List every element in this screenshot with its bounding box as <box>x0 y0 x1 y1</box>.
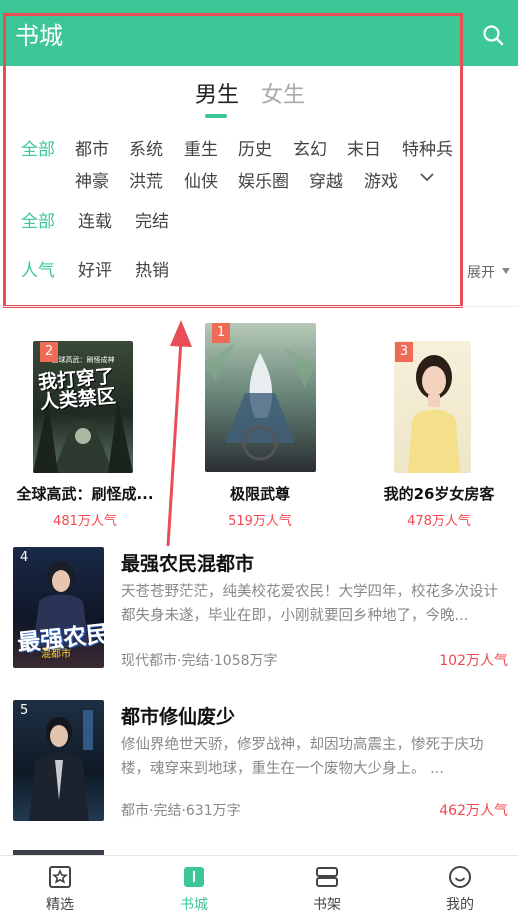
book-title[interactable]: 最强农民混都市 <box>121 549 254 576</box>
book-popularity: 478万人气 <box>407 514 471 529</box>
cover-title-text: 我打穿了人类禁区 <box>37 365 117 414</box>
rank-number: 4 <box>20 550 29 565</box>
book-cover[interactable] <box>205 323 316 472</box>
cover-art <box>205 343 316 461</box>
book-title[interactable]: 都市修仙废少 <box>121 702 235 729</box>
book-meta: 都市·完结·631万字 <box>121 803 241 819</box>
nav-bookstore[interactable]: 书城 <box>149 856 239 917</box>
nav-label: 书城 <box>180 897 208 913</box>
expand-button[interactable]: 展开 <box>467 262 495 282</box>
expand-triangle-icon <box>502 268 510 274</box>
book-description: 天苍苍野茫茫，纯美校花爱农民！大学四年，校花多次设计都失身未遂，毕业在即，小刚就… <box>121 584 498 624</box>
bookshelf-icon <box>316 867 338 887</box>
rank-number: 5 <box>20 703 29 718</box>
annotation-highlight-box <box>3 13 463 308</box>
book-popularity: 519万人气 <box>228 514 292 529</box>
rank-badge: 2 <box>40 342 58 362</box>
book-meta: 现代都市·完结·1058万字 <box>121 653 278 669</box>
rank-badge: 1 <box>212 323 230 343</box>
nav-profile[interactable]: 我的 <box>415 856 505 917</box>
book-description: 修仙界绝世天骄，修罗战神，却因功高震主，惨死于庆功楼，魂穿来到地球，重生在一个废… <box>121 737 484 777</box>
featured-icon <box>49 866 71 888</box>
bookstore-icon <box>184 867 204 887</box>
cover-subtitle-text: 混都市 <box>41 649 71 660</box>
rank-badge: 3 <box>395 342 413 362</box>
book-title[interactable]: 全球高武：刷怪成... <box>15 483 155 504</box>
search-icon[interactable] <box>482 24 504 46</box>
divider <box>0 306 518 307</box>
nav-featured[interactable]: 精选 <box>15 856 105 917</box>
nav-label: 精选 <box>46 897 74 913</box>
cover-art <box>29 710 93 821</box>
book-popularity: 481万人气 <box>53 514 117 529</box>
book-cover[interactable]: 最强农民 混都市 <box>13 547 104 668</box>
book-title[interactable]: 我的26岁女房客 <box>369 483 509 504</box>
nav-bookshelf[interactable]: 书架 <box>282 856 372 917</box>
bottom-nav: 精选 书城 书架 我的 <box>0 855 518 917</box>
book-cover[interactable] <box>13 700 104 821</box>
book-title[interactable]: 极限武尊 <box>190 483 330 504</box>
profile-icon <box>449 866 471 888</box>
book-popularity: 462万人气 <box>439 803 508 819</box>
book-popularity: 102万人气 <box>439 653 508 669</box>
nav-label: 我的 <box>446 897 474 913</box>
nav-label: 书架 <box>313 897 341 913</box>
